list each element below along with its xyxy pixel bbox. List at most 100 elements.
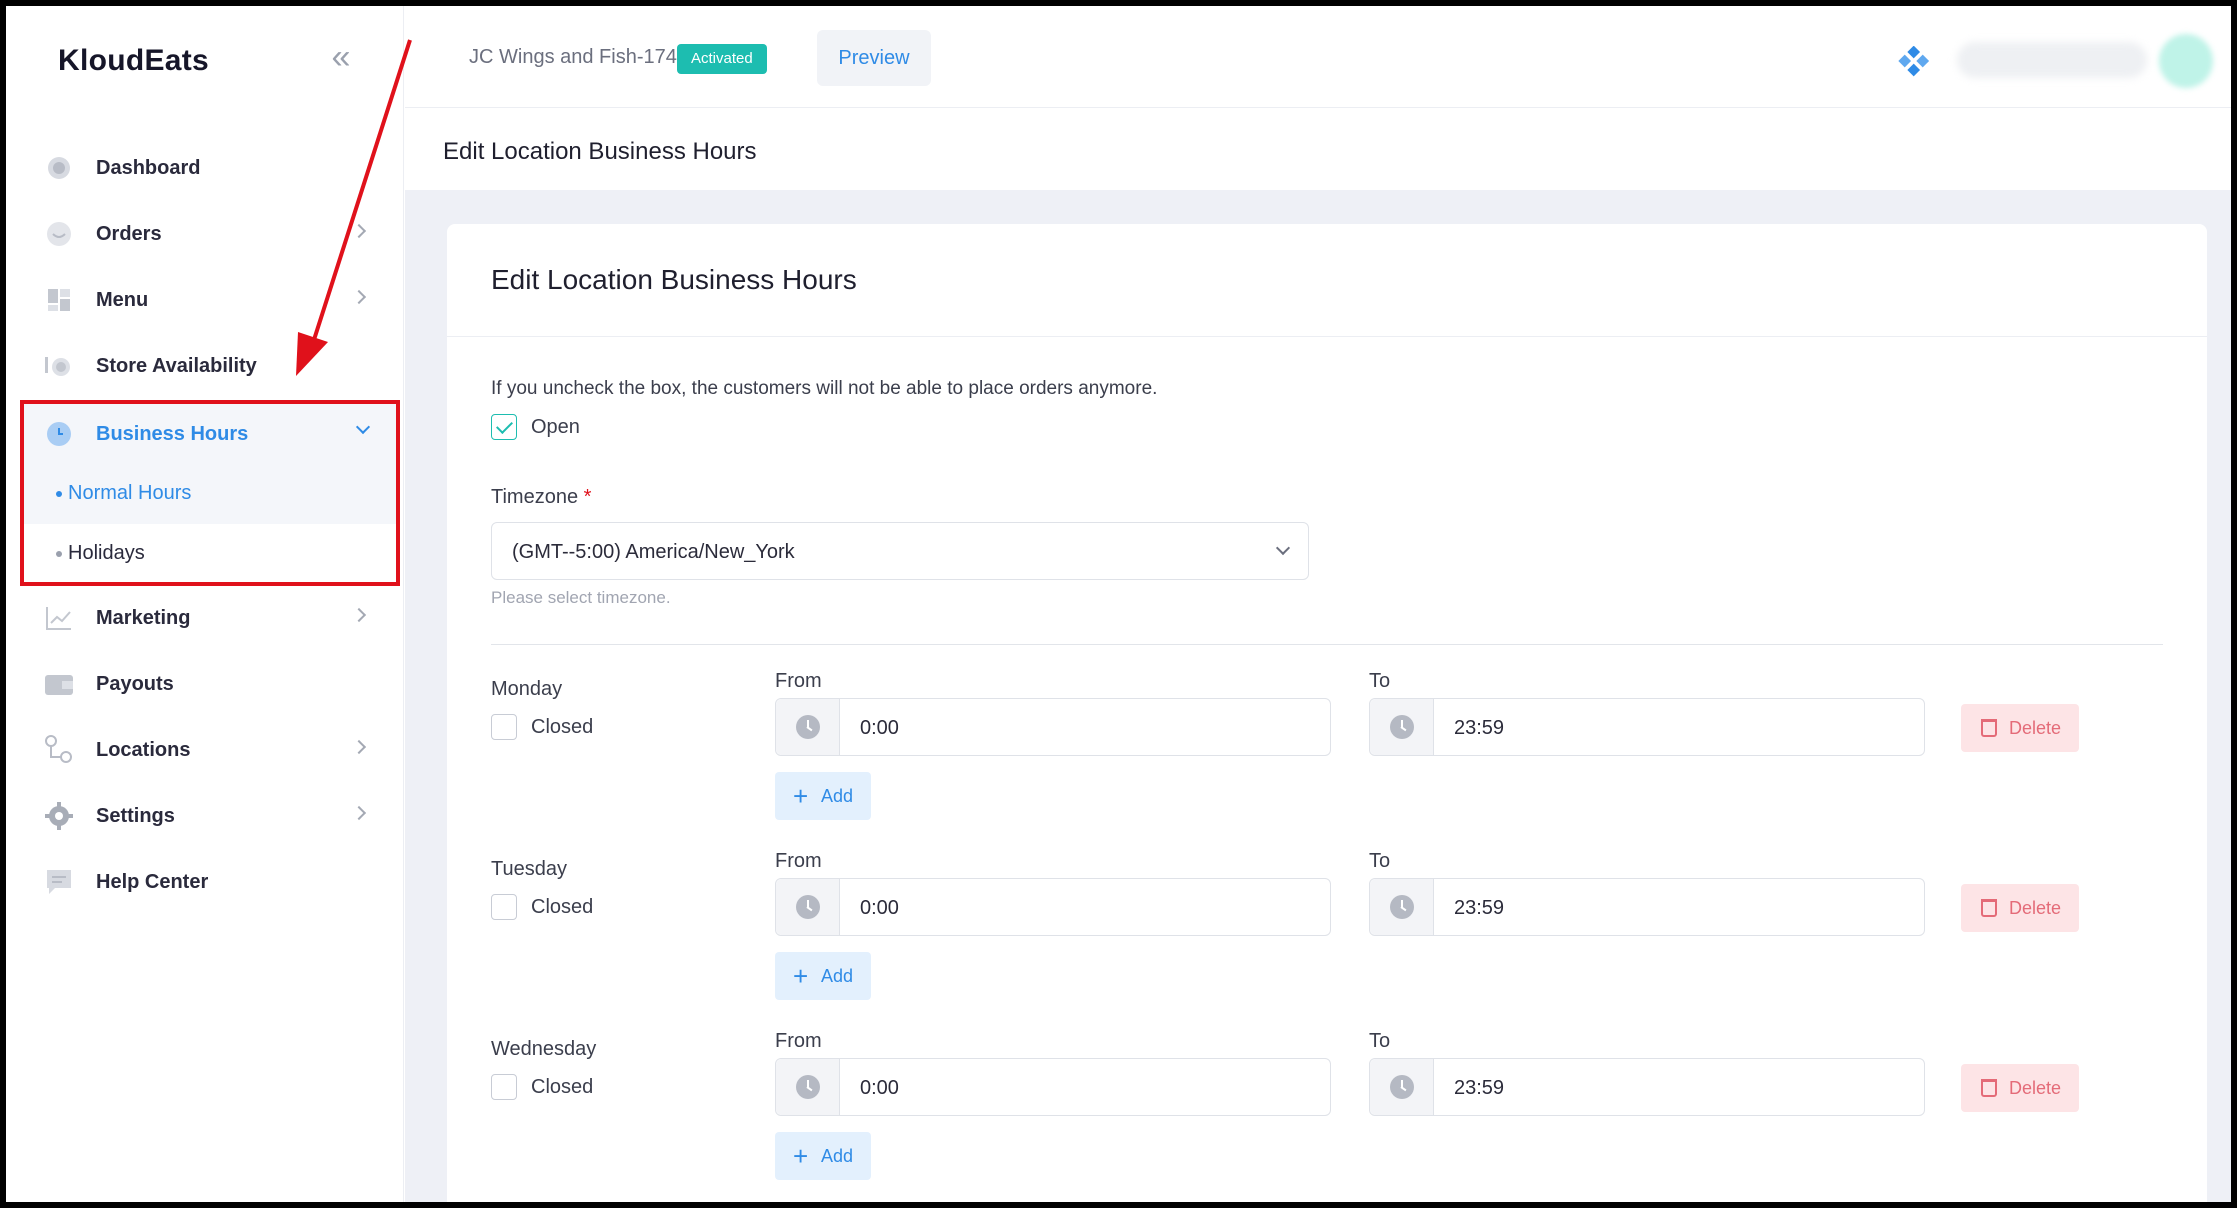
- preview-button[interactable]: Preview: [817, 30, 931, 86]
- closed-checkbox[interactable]: [491, 1074, 517, 1100]
- from-time-value: 0:00: [860, 717, 899, 739]
- clock-icon: [1370, 1059, 1434, 1115]
- delete-label: Delete: [2009, 1078, 2062, 1098]
- sidebar-item-business-hours[interactable]: Business Hours: [24, 406, 396, 462]
- top-bar: JC Wings and Fish-174 Activated Preview: [405, 6, 2231, 108]
- delete-label: Delete: [2009, 718, 2062, 738]
- business-hours-highlight-box: Business Hours Normal Hours Holidays: [20, 400, 400, 586]
- from-time-input[interactable]: 0:00: [775, 878, 1331, 936]
- add-hours-button[interactable]: + Add: [775, 1132, 871, 1180]
- sidebar-item-label: Locations: [96, 738, 191, 761]
- closed-checkbox[interactable]: [491, 714, 517, 740]
- gear-icon: [44, 801, 74, 831]
- dashboard-icon: [44, 153, 74, 183]
- clock-icon: [1370, 879, 1434, 935]
- add-label: Add: [821, 966, 854, 986]
- sidebar-item-orders[interactable]: Orders: [6, 206, 404, 262]
- chat-icon: [44, 867, 74, 897]
- chevron-right-icon: [351, 223, 370, 242]
- user-name-blurred: [1957, 42, 2147, 78]
- chevron-right-icon: [351, 289, 370, 308]
- location-name: JC Wings and Fish-174: [469, 46, 677, 68]
- open-checkbox[interactable]: [491, 414, 517, 440]
- add-hours-button[interactable]: + Add: [775, 772, 871, 820]
- sidebar-subitem-holidays[interactable]: Holidays: [24, 524, 396, 582]
- card-title: Edit Location Business Hours: [491, 264, 857, 295]
- closed-checkbox[interactable]: [491, 894, 517, 920]
- trash-icon: [1981, 1079, 1997, 1097]
- locations-icon: [44, 735, 74, 765]
- to-label: To: [1369, 670, 1391, 692]
- plus-icon: +: [793, 781, 809, 811]
- open-hint-text: If you uncheck the box, the customers wi…: [491, 378, 1158, 399]
- timezone-select[interactable]: (GMT--5:00) America/New_York: [491, 522, 1309, 580]
- timezone-value: (GMT--5:00) America/New_York: [512, 541, 795, 563]
- orders-icon: [44, 219, 74, 249]
- divider: [491, 644, 2163, 645]
- to-time-input[interactable]: 23:59: [1369, 1058, 1925, 1116]
- plus-icon: +: [793, 961, 809, 991]
- sidebar-item-payouts[interactable]: Payouts: [6, 656, 404, 712]
- add-label: Add: [821, 786, 854, 806]
- clock-icon: [776, 1059, 840, 1115]
- from-time-input[interactable]: 0:00: [775, 698, 1331, 756]
- timezone-help-text: Please select timezone.: [491, 588, 671, 607]
- sidebar-subitem-label: Normal Hours: [68, 482, 192, 504]
- clock-icon: [1370, 699, 1434, 755]
- day-row-monday: Monday Closed From 0:00 To 23:59 + Add D…: [447, 664, 2207, 834]
- avatar[interactable]: [2159, 34, 2213, 88]
- plus-icon: +: [793, 1141, 809, 1171]
- from-time-value: 0:00: [860, 1077, 899, 1099]
- menu-icon: [44, 285, 74, 315]
- day-row-wednesday: Wednesday Closed From 0:00 To 23:59 + Ad…: [447, 1024, 2207, 1194]
- chevron-right-icon: [351, 739, 370, 758]
- divider: [447, 336, 2207, 337]
- sidebar-item-label: Store Availability: [96, 354, 257, 377]
- required-marker: *: [583, 486, 592, 508]
- collapse-sidebar-button[interactable]: «: [324, 40, 358, 76]
- sidebar-item-label: Payouts: [96, 672, 174, 695]
- sidebar-subitem-label: Holidays: [68, 542, 145, 564]
- bullet-icon: [56, 551, 62, 557]
- delete-hours-button[interactable]: Delete: [1961, 884, 2079, 932]
- sidebar-item-label: Help Center: [96, 870, 209, 893]
- sidebar-item-help-center[interactable]: Help Center: [6, 854, 404, 910]
- to-time-input[interactable]: 23:59: [1369, 878, 1925, 936]
- sidebar-item-menu[interactable]: Menu: [6, 272, 404, 328]
- sidebar-item-marketing[interactable]: Marketing: [6, 590, 404, 646]
- sidebar-item-settings[interactable]: Settings: [6, 788, 404, 844]
- from-time-input[interactable]: 0:00: [775, 1058, 1331, 1116]
- sidebar-item-store-availability[interactable]: Store Availability: [6, 338, 404, 394]
- to-label: To: [1369, 850, 1391, 872]
- day-name: Monday: [491, 678, 563, 700]
- add-hours-button[interactable]: + Add: [775, 952, 871, 1000]
- user-menu[interactable]: [1897, 34, 2217, 88]
- app-window: KloudEats « Dashboard Orders Menu Store …: [6, 6, 2231, 1202]
- wallet-icon: [44, 669, 74, 699]
- bullet-icon: [56, 491, 62, 497]
- page-title: Edit Location Business Hours: [443, 138, 757, 165]
- sidebar-item-dashboard[interactable]: Dashboard: [6, 140, 404, 196]
- page-header: Edit Location Business Hours: [405, 108, 2231, 190]
- timezone-label: Timezone *: [491, 486, 591, 509]
- apps-icon[interactable]: [1897, 45, 1930, 83]
- to-time-input[interactable]: 23:59: [1369, 698, 1925, 756]
- sidebar-item-locations[interactable]: Locations: [6, 722, 404, 778]
- from-label: From: [775, 670, 822, 692]
- open-label: Open: [531, 416, 580, 438]
- chevron-right-icon: [351, 607, 370, 626]
- chart-line-icon: [44, 603, 74, 633]
- timezone-label-text: Timezone: [491, 486, 579, 508]
- day-name: Tuesday: [491, 858, 567, 880]
- delete-hours-button[interactable]: Delete: [1961, 704, 2079, 752]
- from-time-value: 0:00: [860, 897, 899, 919]
- sidebar-subitem-normal-hours[interactable]: Normal Hours: [24, 464, 396, 522]
- trash-icon: [1981, 719, 1997, 737]
- delete-hours-button[interactable]: Delete: [1961, 1064, 2079, 1112]
- add-label: Add: [821, 1146, 854, 1166]
- clock-icon: [776, 699, 840, 755]
- sidebar-item-label: Dashboard: [96, 156, 201, 179]
- to-time-value: 23:59: [1454, 897, 1505, 919]
- closed-label: Closed: [531, 716, 594, 738]
- status-badge: Activated: [677, 44, 767, 74]
